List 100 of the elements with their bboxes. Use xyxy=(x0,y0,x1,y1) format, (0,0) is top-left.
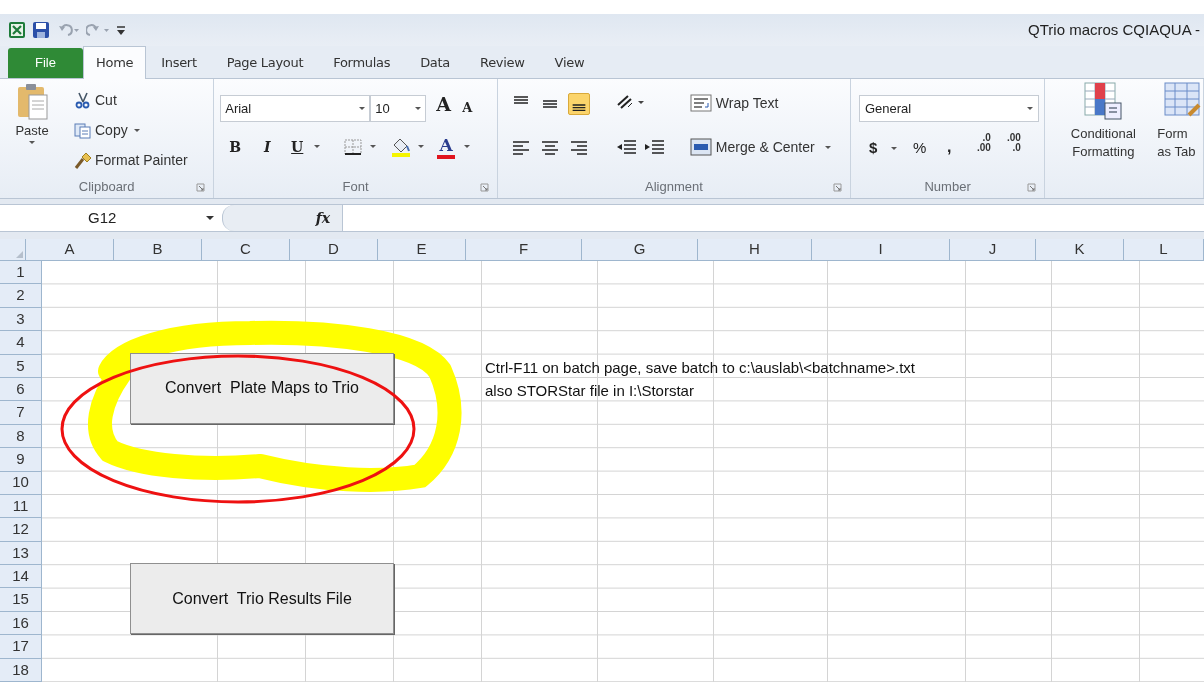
scissors-icon[interactable] xyxy=(74,91,92,109)
row-header[interactable]: 7 xyxy=(0,401,42,425)
clipboard-icon[interactable] xyxy=(15,81,49,121)
dropdown-caret-icon[interactable] xyxy=(359,107,366,110)
row-header[interactable]: 14 xyxy=(0,565,42,589)
dropdown-caret-icon[interactable] xyxy=(206,216,214,220)
column-header[interactable]: D xyxy=(290,239,378,260)
caret-icon[interactable] xyxy=(314,145,321,148)
row-header[interactable]: 11 xyxy=(0,494,42,519)
dialog-launcher-icon[interactable] xyxy=(1027,183,1037,192)
column-header[interactable]: I xyxy=(812,239,950,260)
comma-button[interactable]: , xyxy=(946,135,952,159)
group-label: Alignment xyxy=(645,178,703,197)
wrap-text-icon[interactable] xyxy=(689,94,712,112)
ribbon-tab[interactable]: Page Layout xyxy=(211,48,319,78)
copy-icon[interactable] xyxy=(74,121,92,139)
ribbon-tab[interactable]: Home xyxy=(83,46,147,79)
fill-color-icon[interactable] xyxy=(390,137,413,157)
increase-decimal-button[interactable]: .0 .00 xyxy=(976,133,991,153)
row-header[interactable]: 5 xyxy=(0,354,42,378)
currency-button[interactable]: $ xyxy=(868,137,878,160)
name-box[interactable]: G12 xyxy=(0,205,222,231)
format-as-table-button[interactable]: Form as Tab xyxy=(1157,81,1204,161)
ribbon-tab[interactable]: Data xyxy=(405,48,465,78)
save-icon[interactable] xyxy=(32,21,50,39)
increase-indent-icon[interactable] xyxy=(643,137,666,157)
cut-button[interactable]: Cut xyxy=(74,89,117,111)
decrease-indent-icon[interactable] xyxy=(615,137,638,157)
copy-button[interactable]: Copy xyxy=(74,119,140,141)
conditional-formatting-icon[interactable] xyxy=(1083,81,1124,121)
ribbon-tab[interactable]: Review xyxy=(465,48,540,78)
macro-button[interactable]: Convert Trio Results File xyxy=(130,563,394,635)
column-header[interactable]: H xyxy=(698,239,812,260)
row-header[interactable]: 1 xyxy=(0,261,42,285)
italic-button[interactable]: I xyxy=(256,135,279,159)
caret-icon[interactable] xyxy=(133,128,140,132)
font-color-button[interactable]: A xyxy=(436,135,457,161)
shrink-font-button[interactable]: A xyxy=(462,101,473,114)
column-header[interactable]: J xyxy=(950,239,1036,260)
caret-icon[interactable] xyxy=(418,145,425,148)
borders-icon[interactable] xyxy=(344,139,363,155)
underline-button[interactable]: U xyxy=(286,135,309,159)
paintbrush-icon[interactable] xyxy=(74,151,92,169)
percent-button[interactable]: % xyxy=(912,137,927,160)
cell-text: Ctrl-F11 on batch page, save batch to c:\auslab\<batchname>.txt xyxy=(485,357,915,378)
column-header[interactable]: E xyxy=(378,239,466,260)
column-header[interactable]: B xyxy=(114,239,202,260)
row-header[interactable]: 16 xyxy=(0,611,42,636)
customize-menu-icon[interactable] xyxy=(116,23,126,37)
cell-text: also STORStar file in I:\Storstar xyxy=(485,381,694,401)
format-painter-button[interactable]: Format Painter xyxy=(74,149,188,171)
group-label: Font xyxy=(342,178,369,197)
number-format-field[interactable]: General xyxy=(858,95,1039,122)
font-size-field[interactable]: 10 xyxy=(370,95,427,122)
dialog-launcher-icon[interactable] xyxy=(832,183,842,192)
insert-function-button[interactable]: fx xyxy=(315,207,330,229)
caret-icon[interactable] xyxy=(824,145,831,149)
ribbon-tab[interactable]: Insert xyxy=(146,48,212,78)
dialog-launcher-icon[interactable] xyxy=(196,183,206,192)
paste-button[interactable]: Paste xyxy=(10,81,54,161)
dropdown-caret-icon[interactable] xyxy=(415,107,422,110)
ribbon-tab[interactable]: View xyxy=(539,48,600,78)
caret-icon[interactable] xyxy=(370,145,377,148)
column-header[interactable]: F xyxy=(466,239,582,260)
dropdown-caret-icon[interactable] xyxy=(1026,107,1033,110)
row-header[interactable]: 12 xyxy=(0,518,42,542)
font-name-field[interactable]: Arial xyxy=(220,95,371,122)
row-header[interactable]: 15 xyxy=(0,588,42,612)
bold-button[interactable]: B xyxy=(224,135,247,159)
orientation-icon[interactable] xyxy=(615,93,646,111)
vertical-align-icon[interactable] xyxy=(567,93,590,115)
caret-icon[interactable] xyxy=(464,145,471,148)
row-header[interactable]: 10 xyxy=(0,471,42,495)
macro-button[interactable]: Convert Plate Maps to Trio xyxy=(130,352,394,424)
merge-center-button[interactable]: Merge & Center xyxy=(689,135,831,159)
row-header[interactable]: 6 xyxy=(0,377,42,402)
column-header[interactable]: K xyxy=(1036,239,1124,260)
merge-cells-icon[interactable] xyxy=(689,138,712,156)
column-header[interactable]: L xyxy=(1124,239,1204,260)
dialog-launcher-icon[interactable] xyxy=(479,183,489,192)
caret-icon[interactable] xyxy=(29,140,35,144)
row-header[interactable]: 3 xyxy=(0,307,42,332)
grow-font-button[interactable]: A xyxy=(436,95,451,114)
ribbon-tab[interactable]: Formulas xyxy=(318,48,406,78)
row-header[interactable]: 8 xyxy=(0,424,42,449)
caret-icon[interactable] xyxy=(890,147,897,150)
wrap-text-button[interactable]: Wrap Text xyxy=(689,91,779,115)
spreadsheet-app-icon[interactable] xyxy=(8,21,26,39)
row-header[interactable]: 18 xyxy=(0,658,42,683)
row-header[interactable]: 13 xyxy=(0,541,42,566)
column-header[interactable]: A xyxy=(26,239,114,260)
file-tab[interactable]: File xyxy=(8,48,83,78)
row-header[interactable]: 2 xyxy=(0,284,42,308)
column-header[interactable]: C xyxy=(202,239,290,260)
decrease-decimal-button[interactable]: .00 .0 xyxy=(1006,133,1021,153)
row-header[interactable]: 9 xyxy=(0,448,42,472)
column-header[interactable]: G xyxy=(582,239,698,260)
conditional-formatting-button[interactable]: Conditional Formatting xyxy=(1053,81,1154,161)
row-header[interactable]: 17 xyxy=(0,635,42,659)
row-header[interactable]: 4 xyxy=(0,331,42,355)
